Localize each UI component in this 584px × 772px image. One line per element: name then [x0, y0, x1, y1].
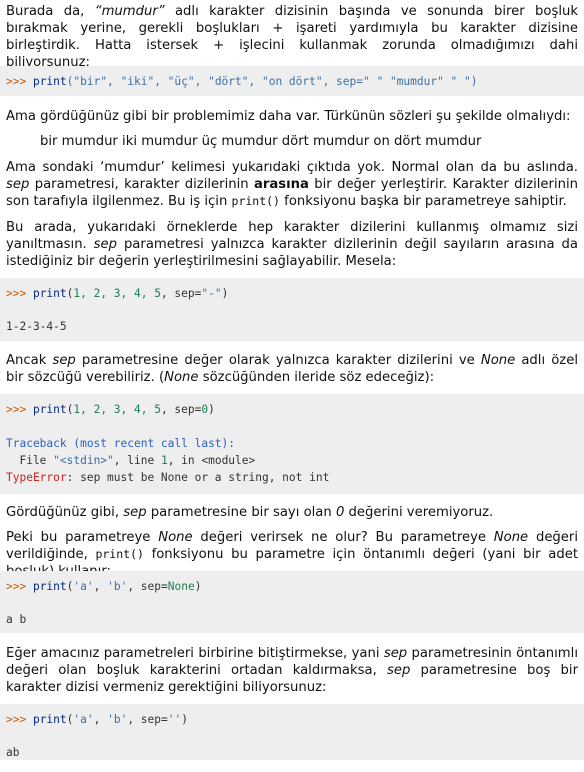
emphasis: + [213, 38, 225, 53]
text: sözcüğünden ileride söz edeceğiz): [198, 370, 435, 385]
code-output: 1-2-3-4-5 [6, 320, 67, 333]
emphasis: None [164, 370, 199, 385]
code-block-4: >>> print('a', 'b', sep=None) a b [0, 571, 584, 633]
text: değerini veremiyoruz. [344, 505, 494, 520]
emphasis: sep [52, 353, 76, 368]
emphasis: None [158, 530, 193, 545]
text: Gördüğünüz gibi, [6, 505, 124, 520]
code-line: >>> print(1, 2, 3, 4, 5, sep=0) [6, 401, 215, 418]
string: 'a' [73, 713, 94, 726]
prompt: >>> [6, 403, 33, 416]
punct: , sep= [127, 713, 168, 726]
string: 'b' [107, 580, 128, 593]
paragraph-3: Ama sondaki ‘mumdur’ kelimesi yukarıdaki… [6, 159, 578, 210]
punct: , sep= [160, 287, 202, 300]
string: '' [167, 713, 182, 726]
text: , line [113, 454, 161, 467]
code-block-2: >>> print(1, 2, 3, 4, 5, sep="-") 1-2-3-… [0, 278, 584, 341]
emphasis: sep [6, 177, 30, 192]
emphasis: sep [386, 663, 411, 678]
constant: None [167, 580, 195, 593]
emphasis: sep [93, 237, 118, 252]
error-line: TypeError: sep must be None or a string,… [6, 469, 329, 486]
traceback-line: File "<stdin>", line 1, in <module> [6, 452, 255, 469]
numbers: 1, 2, 3, 4, 5 [73, 287, 161, 300]
emphasis: sep [123, 505, 147, 520]
code-block-1: >>> print("bir", "iki", "üç", "dört", "o… [0, 66, 584, 96]
arguments: ("bir", "iki", "üç", "dört", "on dört", … [66, 75, 478, 88]
punct: ) [181, 713, 188, 726]
function-name: print [32, 580, 67, 593]
string: 'a' [73, 580, 94, 593]
text: , in <module> [167, 454, 256, 467]
text: File [6, 454, 54, 467]
text: Burada da, [6, 4, 95, 19]
code-output: a b [6, 613, 27, 626]
code-block-5: >>> print('a', 'b', sep='') ab [0, 704, 584, 760]
punct: , [93, 580, 108, 593]
punct: ) [208, 403, 215, 416]
number: 1 [160, 454, 168, 467]
paragraph-2: Ama gördüğünüz gibi bir problemimiz daha… [6, 109, 571, 124]
emphasis: “mumdur” [94, 4, 165, 19]
text: parametresine bir sayı olan [146, 505, 336, 520]
text: parametresine değer olarak yalnızca kara… [75, 353, 481, 368]
code-output: ab [6, 746, 20, 759]
text: fonksiyonu başka bir parametreye sahipti… [279, 194, 567, 209]
code-line: >>> print(1, 2, 3, 4, 5, sep="-") [6, 285, 228, 302]
punct: , [93, 713, 108, 726]
strong: arasına [253, 177, 309, 192]
punct: , sep= [127, 580, 168, 593]
punct: ) [221, 287, 229, 300]
numbers: 1, 2, 3, 4, 5 [73, 403, 161, 416]
text: parametresi, karakter dizilerinin [29, 177, 254, 192]
code-block-3: >>> print(1, 2, 3, 4, 5, sep=0) Tracebac… [0, 394, 584, 494]
text: Ancak [6, 353, 53, 368]
code-line: >>> print("bir", "iki", "üç", "dört", "o… [6, 73, 478, 90]
inline-code: print() [95, 547, 144, 561]
text: Ama sondaki ‘mumdur’ kelimesi yukarıdaki… [6, 160, 578, 175]
emphasis: None [493, 530, 529, 545]
code-line: >>> print('a', 'b', sep='') [6, 711, 188, 728]
function-name: print [32, 403, 67, 416]
text: değeri verirsek ne olur? Bu parametreye [192, 530, 494, 545]
inline-code: print() [231, 194, 280, 208]
paragraph-8: Eğer amacınız parametreleri birbirine bi… [6, 645, 578, 696]
prompt: >>> [6, 713, 33, 726]
string: "-" [201, 287, 222, 300]
string: 'b' [107, 713, 128, 726]
song-lyric-quote: bir mumdur iki mumdur üç mumdur dört mum… [40, 134, 482, 149]
function-name: print [32, 713, 67, 726]
emphasis: + [272, 21, 284, 36]
traceback-header: Traceback (most recent call last): [6, 437, 236, 450]
paragraph-5: Ancak sep parametresine değer olarak yal… [6, 352, 578, 386]
emphasis: None [480, 353, 516, 368]
punct: ) [194, 580, 202, 593]
prompt: >>> [6, 75, 33, 88]
emphasis: sep [383, 646, 408, 661]
paragraph-4: Bu arada, yukarıdaki örneklerde hep kara… [6, 219, 578, 270]
document-page: Burada da, “mumdur” adlı karakter dizisi… [0, 0, 584, 760]
paragraph-1: Burada da, “mumdur” adlı karakter dizisi… [6, 3, 578, 71]
code-line: >>> print('a', 'b', sep=None) [6, 578, 201, 595]
string: "<stdin>" [53, 454, 114, 467]
text: Eğer amacınız parametreleri birbirine bi… [6, 646, 384, 661]
paragraph-6: Gördüğünüz gibi, sep parametresine bir s… [6, 504, 578, 521]
punct: , sep= [160, 403, 202, 416]
text: Peki bu parametreye [6, 530, 159, 545]
error-name: TypeError [6, 471, 67, 484]
function-name: print [32, 287, 67, 300]
function-name: print [32, 75, 67, 88]
prompt: >>> [6, 580, 33, 593]
prompt: >>> [6, 287, 33, 300]
error-message: : sep must be None or a string, not int [66, 471, 330, 484]
